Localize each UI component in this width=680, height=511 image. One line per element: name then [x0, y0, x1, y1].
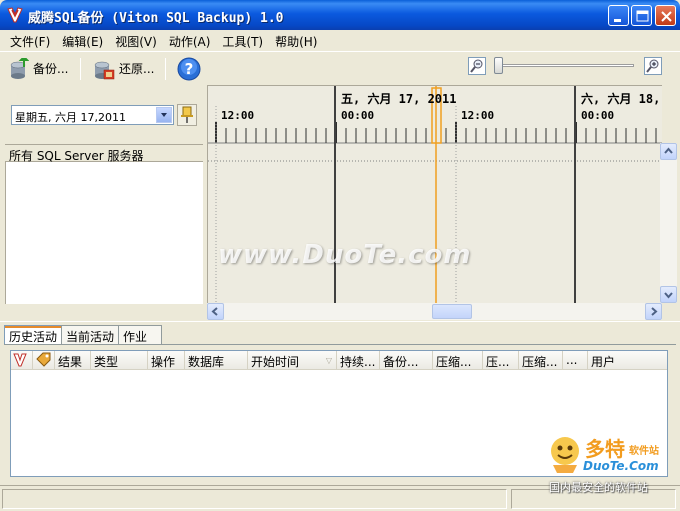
column-status-icons[interactable] [11, 351, 33, 370]
toolbar-separator [80, 58, 81, 80]
duote-logo-url: DuoTe.Com [583, 459, 659, 473]
title-bar[interactable]: 威腾SQL备份 (Viton SQL Backup) 1.0 [0, 0, 680, 30]
tab-divider [4, 344, 676, 345]
help-button[interactable]: ? [177, 56, 201, 81]
chevron-up-icon [664, 147, 673, 154]
scroll-right-button[interactable] [645, 303, 662, 320]
chevron-down-icon [664, 292, 673, 299]
column-result[interactable]: 结果 [55, 351, 91, 370]
column-start-time[interactable]: 开始时间 ▽ [248, 351, 337, 370]
menu-tools[interactable]: 工具(T) [216, 30, 269, 50]
scroll-left-button[interactable] [207, 303, 224, 320]
horizontal-scroll-thumb[interactable] [432, 304, 472, 319]
zoom-out-button[interactable] [468, 57, 486, 75]
svg-text:?: ? [185, 60, 194, 78]
duote-logo: 多特 软件站 DuoTe.Com 国内最安全的软件站 [545, 433, 675, 494]
zoom-slider-thumb[interactable] [494, 57, 503, 74]
timeline-time-label: 00:00 [581, 109, 615, 122]
server-list-header: 所有 SQL Server 服务器 [5, 144, 203, 163]
chevron-down-icon [161, 113, 167, 117]
help-icon: ? [177, 57, 201, 80]
tab-jobs[interactable]: 作业 [118, 325, 163, 344]
menu-bar: 文件(F) 编辑(E) 视图(V) 动作(A) 工具(T) 帮助(H) [0, 30, 680, 50]
backup-label: 备份... [33, 62, 69, 76]
column-start-time-label: 开始时间 [251, 355, 300, 369]
duote-logo-slogan: 国内最安全的软件站 [549, 481, 648, 494]
status-pane-main [2, 489, 507, 509]
timeline-time-label: 00:00 [341, 109, 375, 122]
zoom-in-button[interactable] [644, 57, 662, 75]
column-compression-2[interactable]: 压... [483, 351, 519, 370]
chevron-right-icon [651, 307, 658, 316]
menu-edit[interactable]: 编辑(E) [56, 30, 109, 50]
window-title: 威腾SQL备份 (Viton SQL Backup) 1.0 [28, 11, 284, 26]
column-type[interactable]: 类型 [91, 351, 148, 370]
timeline-day-label: 五, 六月 17, 2011 [341, 92, 457, 106]
server-list[interactable] [5, 162, 203, 304]
maximize-button[interactable] [631, 5, 652, 26]
duote-mascot-icon [551, 437, 579, 473]
column-tag[interactable] [33, 351, 55, 370]
backup-button[interactable]: 备份... [9, 56, 68, 81]
date-value: 星期五, 六月 17,2011 [15, 111, 126, 124]
close-button[interactable] [655, 5, 676, 26]
timeline-view[interactable]: 五, 六月 17, 2011 六, 六月 18, 12:00 00:00 12:… [207, 85, 662, 305]
timeline-horizontal-scrollbar[interactable] [207, 303, 662, 320]
scroll-down-button[interactable] [660, 286, 677, 303]
status-flags-icon [13, 353, 27, 367]
watermark-text: www.DuoTe.com [218, 240, 472, 270]
timeline-vertical-scrollbar[interactable] [660, 143, 677, 303]
column-more[interactable]: ... [563, 351, 588, 370]
restore-button[interactable]: 还原... [93, 56, 154, 81]
close-icon [661, 11, 672, 22]
restore-icon [94, 61, 115, 79]
tab-history-activity[interactable]: 历史活动 [4, 325, 63, 345]
app-logo-icon [7, 7, 23, 23]
toolbar-separator [165, 58, 166, 80]
menu-view[interactable]: 视图(V) [109, 30, 163, 50]
minimize-button[interactable] [608, 5, 629, 26]
column-compression-3[interactable]: 压缩... [519, 351, 563, 370]
chevron-left-icon [211, 307, 218, 316]
timeline-time-label: 12:00 [221, 109, 255, 122]
duote-logo-main: 多特 [585, 437, 625, 461]
date-dropdown-button[interactable] [156, 107, 172, 123]
menu-action[interactable]: 动作(A) [163, 30, 217, 50]
column-duration[interactable]: 持续... [337, 351, 380, 370]
sort-descending-icon: ▽ [325, 356, 332, 365]
zoom-in-icon [646, 59, 659, 73]
pin-icon [181, 106, 193, 123]
tab-current-activity[interactable]: 当前活动 [61, 325, 120, 344]
column-user[interactable]: 用户 [588, 351, 667, 370]
column-operation[interactable]: 操作 [148, 351, 185, 370]
column-database[interactable]: 数据库 [185, 351, 248, 370]
timeline-time-label: 12:00 [461, 109, 495, 122]
menu-help[interactable]: 帮助(H) [269, 30, 323, 50]
minimize-icon [614, 19, 621, 22]
column-compression[interactable]: 压缩... [433, 351, 483, 370]
timeline-day-label: 六, 六月 18, [581, 92, 661, 106]
activity-tabs: 历史活动 当前活动 作业 [4, 325, 163, 345]
zoom-slider-track[interactable] [498, 64, 634, 67]
panel-splitter[interactable] [0, 321, 680, 324]
date-picker[interactable]: 星期五, 六月 17,2011 [11, 105, 174, 125]
duote-logo-sub: 软件站 [629, 446, 659, 457]
tag-icon [36, 352, 51, 367]
menu-file[interactable]: 文件(F) [4, 30, 56, 50]
grid-header: 结果 类型 操作 数据库 开始时间 ▽ 持续... 备份... 压缩... 压.… [11, 351, 667, 370]
toolbar: 备份... 还原... ? [0, 51, 680, 84]
maximize-icon [636, 10, 649, 22]
backup-icon [10, 57, 29, 79]
scroll-up-button[interactable] [660, 143, 677, 160]
zoom-out-icon [470, 59, 483, 73]
column-backup[interactable]: 备份... [380, 351, 433, 370]
restore-label: 还原... [119, 62, 155, 76]
pin-button[interactable] [177, 104, 197, 126]
